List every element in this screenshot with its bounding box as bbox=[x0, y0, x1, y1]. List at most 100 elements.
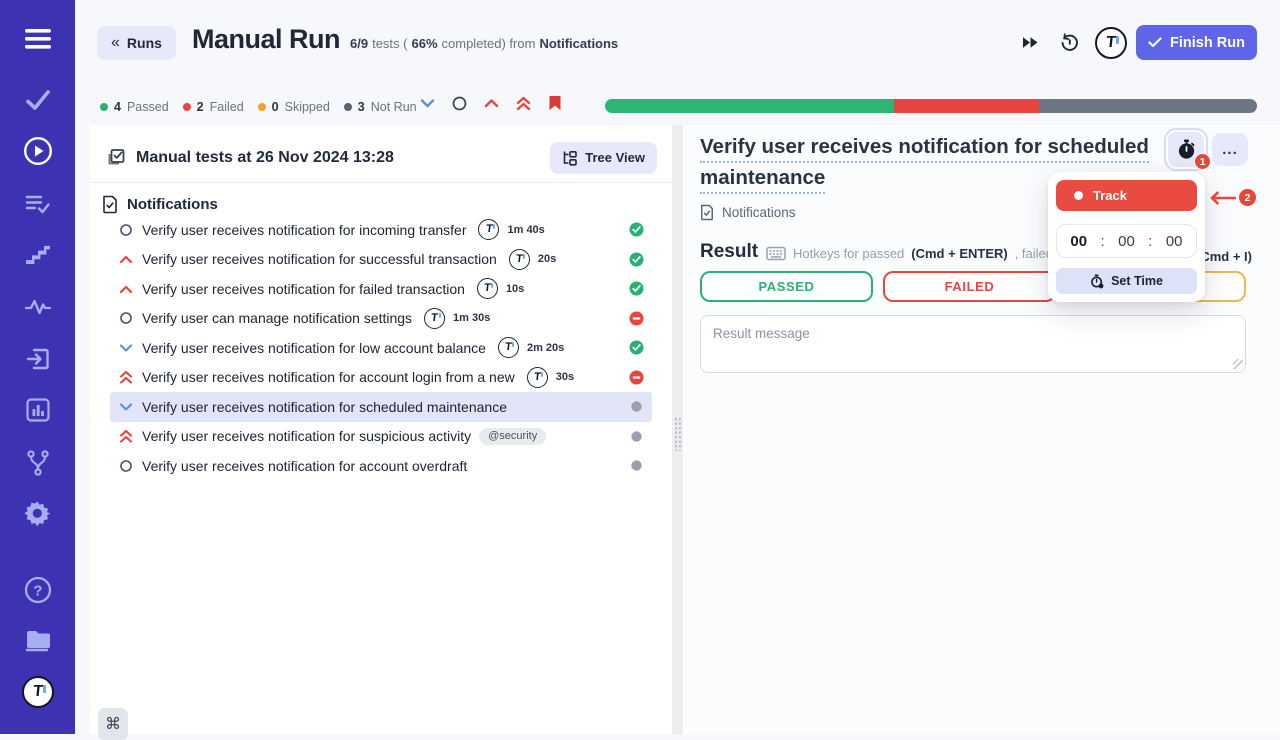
test-title: Verify user receives notification for lo… bbox=[142, 340, 486, 356]
annotation-badge-1: 1 bbox=[1194, 153, 1211, 170]
app-logo-icon: T bbox=[424, 308, 445, 329]
track-label: Track bbox=[1093, 188, 1127, 203]
folders-icon[interactable] bbox=[0, 627, 75, 653]
status-dot-icon bbox=[344, 103, 352, 111]
check-icon[interactable] bbox=[0, 88, 75, 112]
priority-low-icon bbox=[118, 402, 134, 412]
suite-group[interactable]: Notifications bbox=[102, 195, 218, 214]
test-row[interactable]: Verify user receives notification for ac… bbox=[110, 451, 652, 481]
finish-run-button[interactable]: Finish Run bbox=[1136, 25, 1257, 60]
chevron-down-icon[interactable] bbox=[420, 98, 435, 108]
failed-button[interactable]: FAILED bbox=[883, 271, 1056, 302]
help-icon[interactable]: ? bbox=[0, 576, 75, 604]
hotkey-passed: (Cmd + ENTER) bbox=[911, 246, 1007, 261]
priority-high-icon bbox=[118, 254, 134, 264]
app-logo-icon: T bbox=[477, 278, 498, 299]
test-row[interactable]: Verify user receives notification for in… bbox=[110, 215, 652, 245]
chevrons-up-icon[interactable] bbox=[516, 96, 531, 111]
track-button[interactable]: Track bbox=[1056, 180, 1197, 211]
test-duration: 30s bbox=[556, 371, 574, 383]
status-notrun-icon bbox=[629, 399, 644, 414]
status-count[interactable]: 0Skipped bbox=[258, 100, 330, 114]
fast-forward-icon[interactable] bbox=[1022, 36, 1039, 49]
status-counts: 4Passed 2Failed 0Skipped 3Not Run bbox=[100, 94, 417, 120]
command-shortcut-button[interactable]: ⌘ bbox=[98, 708, 128, 740]
arrow-left-icon bbox=[1208, 191, 1236, 205]
sidebar: ? T bbox=[0, 0, 75, 734]
tree-view-button[interactable]: Tree View bbox=[550, 142, 657, 174]
gear-icon[interactable] bbox=[0, 500, 75, 528]
steps-icon[interactable] bbox=[0, 244, 75, 268]
test-duration: 1m 40s bbox=[507, 224, 544, 236]
app-logo-icon: T bbox=[498, 337, 519, 358]
progress-segment bbox=[605, 99, 894, 113]
breadcrumb[interactable]: Notifications bbox=[700, 204, 796, 221]
activity-icon[interactable] bbox=[0, 296, 75, 318]
panel-splitter[interactable] bbox=[672, 125, 683, 734]
login-icon[interactable] bbox=[0, 346, 75, 372]
status-dot-icon bbox=[183, 103, 191, 111]
status-dot-icon bbox=[258, 103, 266, 111]
priority-highest-icon bbox=[118, 429, 134, 443]
back-to-runs-button[interactable]: « Runs bbox=[97, 26, 176, 60]
test-row[interactable]: Verify user can manage notification sett… bbox=[110, 304, 652, 334]
test-row[interactable]: Verify user receives notification for sc… bbox=[110, 392, 652, 422]
minutes-field[interactable]: 00 bbox=[1118, 233, 1135, 250]
test-row[interactable]: Verify user receives notification for su… bbox=[110, 422, 652, 452]
status-passed-icon bbox=[629, 222, 644, 237]
test-duration: 10s bbox=[506, 283, 524, 295]
branch-icon[interactable] bbox=[0, 449, 75, 477]
set-time-button[interactable]: Set Time bbox=[1056, 268, 1197, 294]
passed-button[interactable]: PASSED bbox=[700, 271, 873, 302]
test-rows: Verify user receives notification for in… bbox=[90, 215, 672, 481]
chevron-up-icon[interactable] bbox=[484, 98, 499, 108]
hours-field[interactable]: 00 bbox=[1070, 233, 1087, 250]
priority-normal-icon bbox=[118, 459, 134, 473]
status-passed-icon bbox=[629, 252, 644, 267]
status-passed-icon bbox=[629, 340, 644, 355]
timer-popup: Track 00 : 00 : 00 Set Time bbox=[1048, 172, 1205, 302]
test-row[interactable]: Verify user receives notification for su… bbox=[110, 245, 652, 275]
seconds-field[interactable]: 00 bbox=[1166, 233, 1183, 250]
test-title: Verify user receives notification for sc… bbox=[142, 399, 507, 415]
record-dot-icon bbox=[1074, 191, 1083, 200]
status-count[interactable]: 2Failed bbox=[183, 100, 244, 114]
priority-normal-icon bbox=[118, 311, 134, 325]
test-row[interactable]: Verify user receives notification for fa… bbox=[110, 274, 652, 304]
play-circle-icon[interactable] bbox=[0, 136, 75, 166]
percent-completed: 66% bbox=[411, 36, 437, 51]
circle-icon[interactable] bbox=[452, 96, 467, 111]
document-check-icon bbox=[102, 195, 118, 214]
status-count[interactable]: 3Not Run bbox=[344, 100, 417, 114]
tree-icon bbox=[562, 149, 578, 166]
bar-chart-icon[interactable] bbox=[0, 397, 75, 423]
back-to-runs-label: Runs bbox=[127, 35, 162, 51]
status-dot-icon bbox=[100, 103, 108, 111]
run-progress-bar bbox=[605, 99, 1257, 113]
test-title: Verify user receives notification for su… bbox=[142, 251, 497, 267]
test-row[interactable]: Verify user receives notification for lo… bbox=[110, 333, 652, 363]
test-tag[interactable]: @security bbox=[479, 428, 546, 445]
run-progress-summary: 6/9 tests ( 66% completed) from Notifica… bbox=[350, 36, 618, 51]
status-notrun-icon bbox=[629, 429, 644, 444]
test-list-panel: Manual tests at 26 Nov 2024 13:28 Tree V… bbox=[90, 125, 672, 734]
breadcrumb-label: Notifications bbox=[722, 205, 796, 220]
annotation-arrow-2: 2 bbox=[1208, 189, 1256, 206]
test-title: Verify user receives notification for su… bbox=[142, 428, 471, 444]
suite-group-label: Notifications bbox=[127, 196, 218, 213]
bookmark-icon[interactable] bbox=[548, 95, 562, 111]
retry-timer-icon[interactable] bbox=[1059, 32, 1080, 53]
result-message-input[interactable] bbox=[700, 315, 1246, 373]
more-options-button[interactable]: ... bbox=[1212, 133, 1248, 166]
time-input[interactable]: 00 : 00 : 00 bbox=[1056, 224, 1197, 258]
run-header: Manual tests at 26 Nov 2024 13:28 Tree V… bbox=[90, 133, 672, 183]
check-icon bbox=[1148, 37, 1162, 48]
finish-run-label: Finish Run bbox=[1170, 35, 1245, 51]
status-count[interactable]: 4Passed bbox=[100, 100, 169, 114]
app-logo[interactable]: T bbox=[0, 676, 75, 708]
priority-low-icon bbox=[118, 343, 134, 353]
list-check-icon[interactable] bbox=[0, 192, 75, 216]
stopwatch-gear-icon bbox=[1090, 274, 1104, 289]
menu-icon[interactable] bbox=[0, 26, 75, 52]
test-row[interactable]: Verify user receives notification for ac… bbox=[110, 363, 652, 393]
